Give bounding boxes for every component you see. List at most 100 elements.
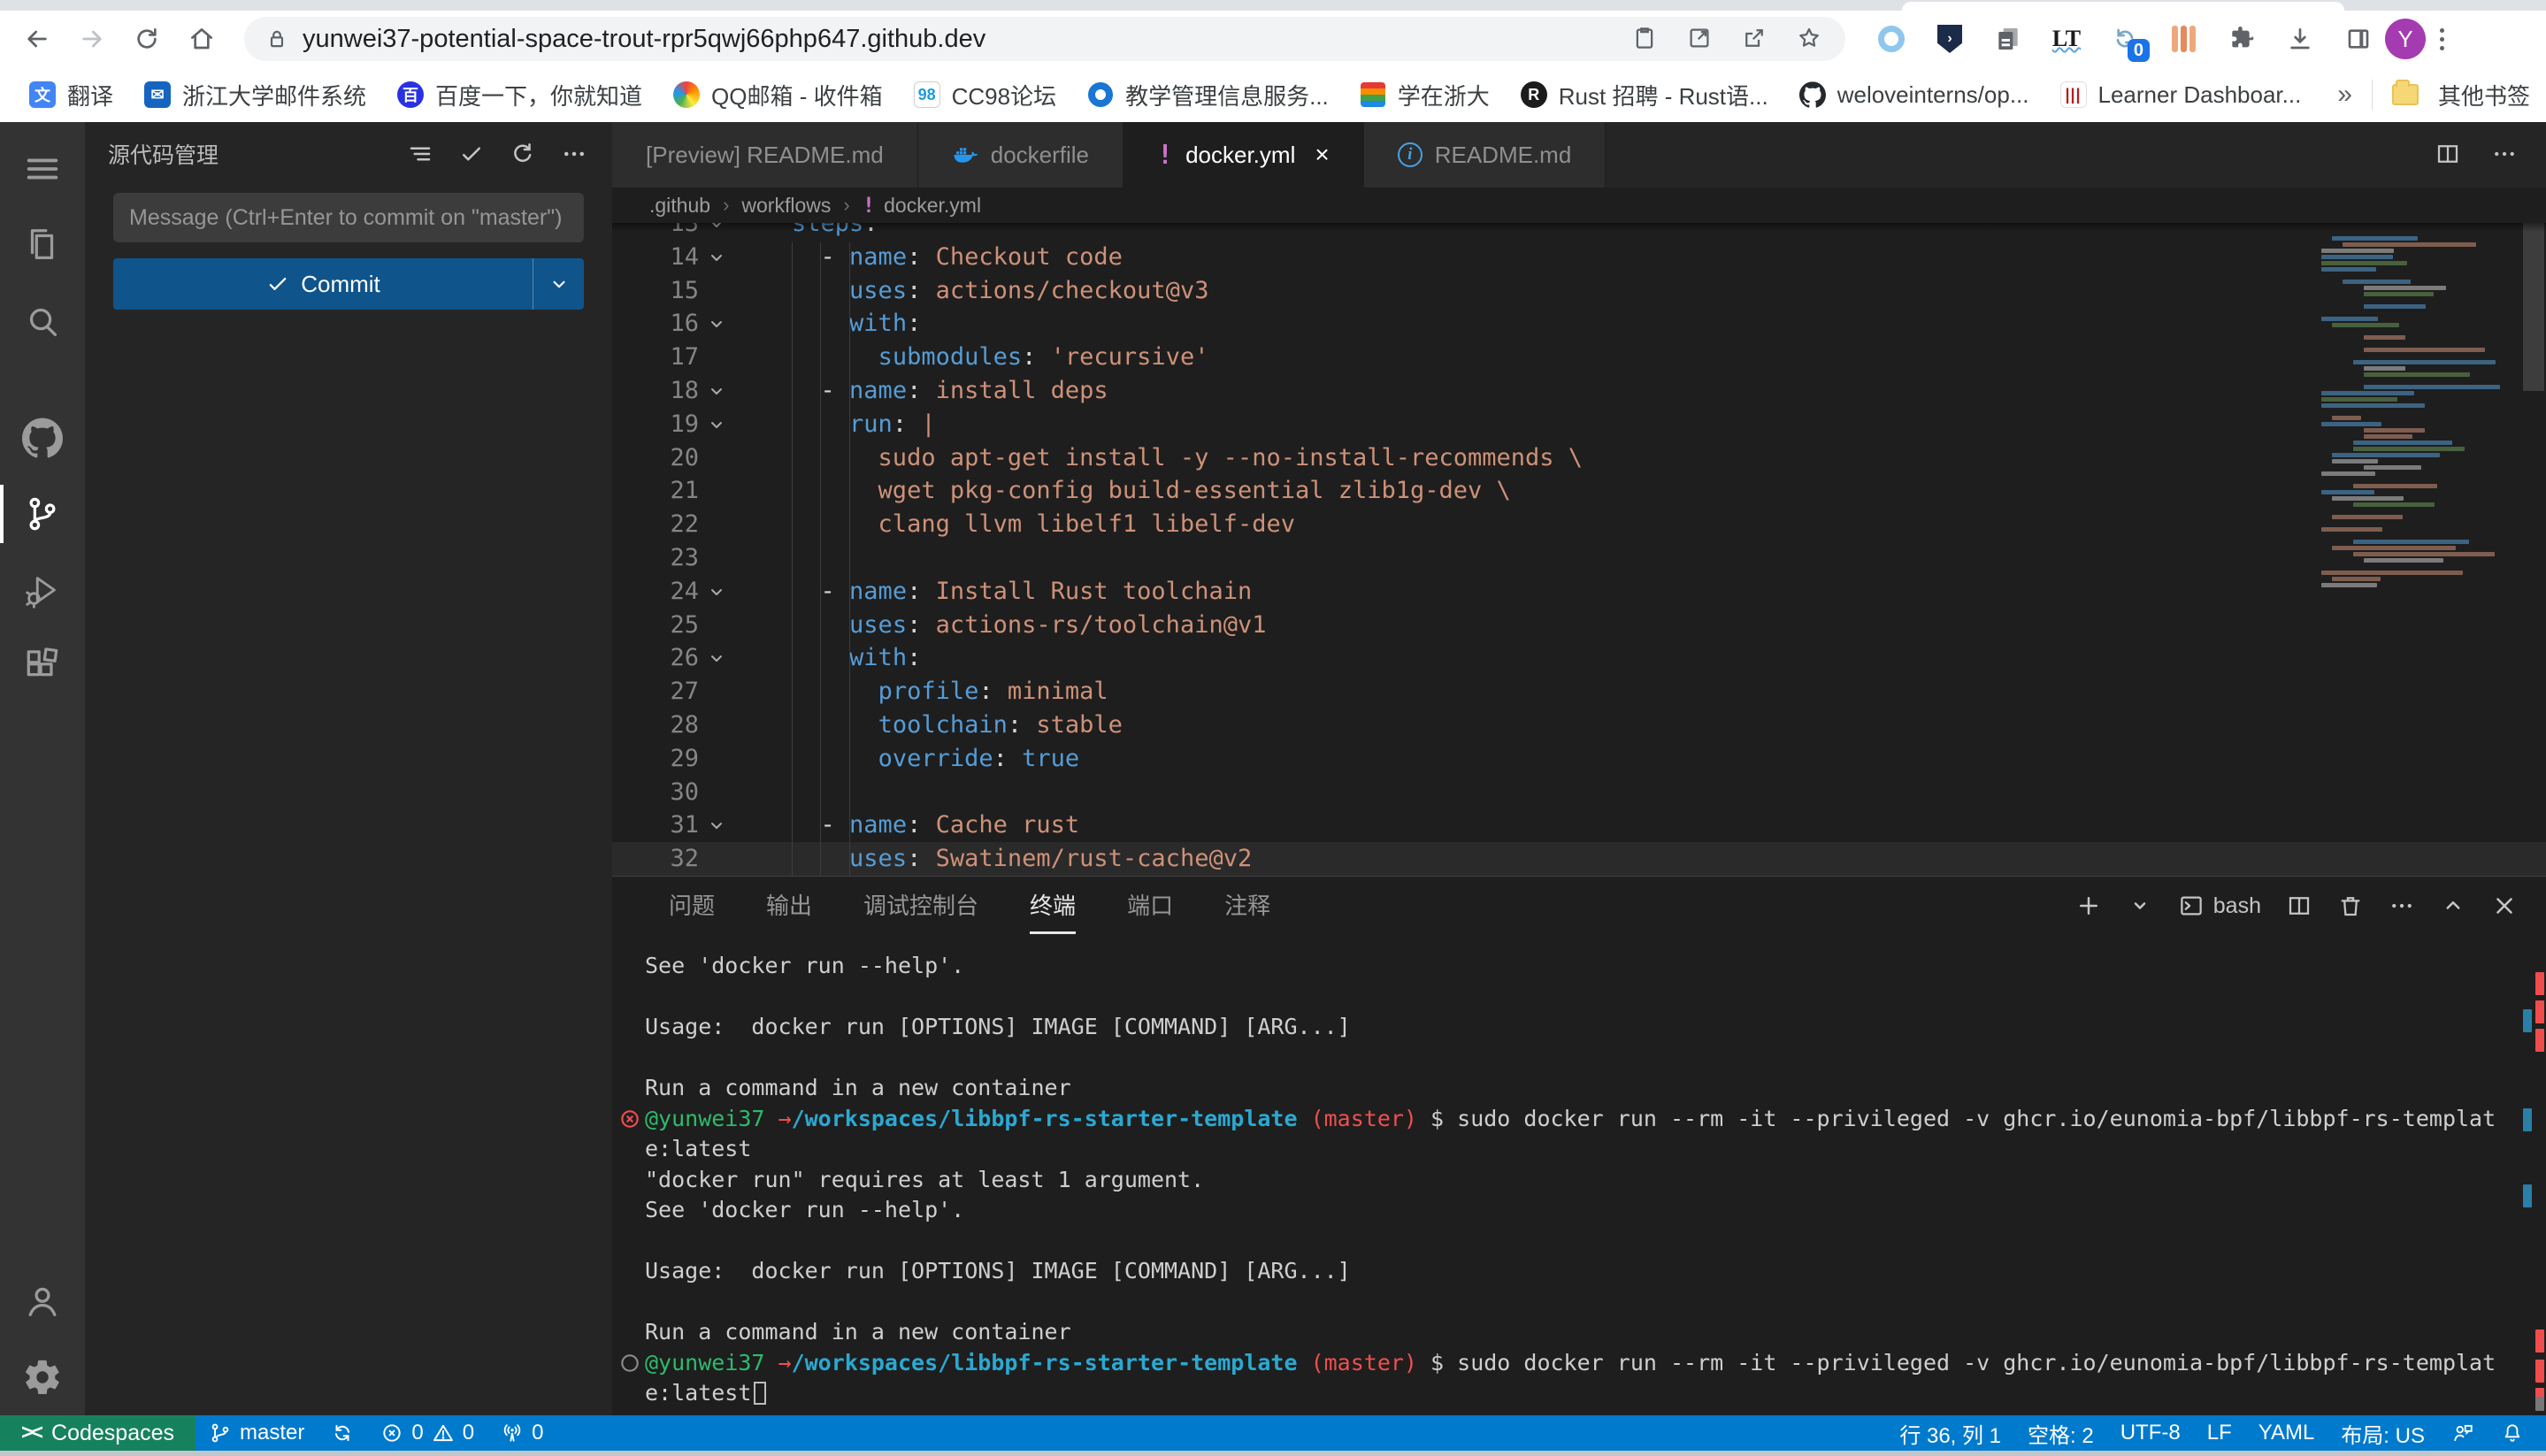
ports-status[interactable]: 0	[487, 1415, 556, 1451]
split-terminal-icon[interactable]	[2286, 893, 2312, 919]
editor-scrollbar[interactable]	[2521, 223, 2546, 876]
scrollbar-slider[interactable]	[2523, 223, 2544, 391]
feedback-icon[interactable]	[2438, 1415, 2488, 1451]
eol-sequence[interactable]: LF	[2194, 1415, 2245, 1451]
cursor-position[interactable]: 行 36, 列 1	[1886, 1415, 2014, 1451]
bookmark-item[interactable]: QQ邮箱 - 收件箱	[660, 75, 895, 115]
panel-tab-6[interactable]: 注释	[1224, 878, 1270, 934]
terminal[interactable]: See 'docker run --help'.Usage: docker ru…	[612, 935, 2546, 1415]
share-icon[interactable]	[1739, 24, 1769, 54]
pages-extension-icon[interactable]	[1990, 21, 2026, 57]
commit-dropdown-button[interactable]	[533, 258, 584, 310]
tab--preview-readme-md[interactable]: [Preview] README.md	[612, 122, 918, 188]
bookmarks-overflow-button[interactable]: »	[2337, 80, 2352, 110]
remote-indicator[interactable]: >< Codespaces	[0, 1415, 196, 1451]
notifications-bell-icon[interactable]	[2488, 1415, 2537, 1451]
bookmark-item[interactable]: ✉浙江大学邮件系统	[131, 75, 379, 115]
panel-tab-5[interactable]: 端口	[1127, 878, 1173, 934]
indentation[interactable]: 空格: 2	[2014, 1415, 2107, 1451]
language-mode[interactable]: YAML	[2245, 1415, 2328, 1451]
activity-debug-icon[interactable]	[0, 552, 85, 628]
panel-tab-4[interactable]: 终端	[1030, 878, 1076, 934]
downloads-icon[interactable]	[2282, 21, 2318, 57]
fold-chevron-icon[interactable]	[699, 408, 734, 441]
fold-chevron-icon[interactable]	[699, 374, 734, 408]
bookmark-item[interactable]: weloveinterns/op...	[1786, 77, 2042, 112]
bookmark-label: QQ邮箱 - 收件箱	[711, 79, 883, 111]
reload-button[interactable]	[124, 16, 170, 62]
kill-terminal-icon[interactable]	[2337, 893, 2364, 919]
sync-extension-icon[interactable]: 0	[2107, 21, 2143, 57]
keyboard-layout[interactable]: 布局: US	[2327, 1415, 2438, 1451]
sync-badge: 0	[2128, 39, 2150, 62]
activity-search-icon[interactable]	[0, 283, 85, 359]
terminal-dropdown-icon[interactable]	[2127, 893, 2153, 919]
breadcrumb-item[interactable]: !docker.yml	[863, 193, 981, 218]
crayons-extension-icon[interactable]	[2166, 21, 2201, 57]
close-tab-icon[interactable]: ×	[1315, 142, 1329, 167]
bookmark-star-icon[interactable]	[1794, 24, 1824, 54]
open-in-window-icon[interactable]	[1684, 24, 1714, 54]
shield-extension-icon[interactable]: ›	[1932, 21, 1967, 57]
back-button[interactable]	[14, 16, 60, 62]
encoding[interactable]: UTF-8	[2107, 1415, 2194, 1451]
view-as-list-icon[interactable]	[405, 139, 435, 169]
bookmark-item[interactable]: 教学管理信息服务...	[1074, 75, 1341, 115]
problems-status[interactable]: 0 0	[367, 1415, 487, 1451]
fold-chevron-icon[interactable]	[699, 641, 734, 675]
editor-more-actions-icon[interactable]	[2489, 140, 2519, 170]
address-bar[interactable]: yunwei37-potential-space-trout-rpr5qwj66…	[244, 17, 1845, 61]
activity-github-icon[interactable]	[0, 400, 85, 476]
activity-settings-gear-icon[interactable]	[0, 1339, 85, 1415]
editor[interactable]: 13 steps:14 - name: Checkout code15 uses…	[612, 223, 2546, 876]
terminal-tab-bash[interactable]: bash	[2178, 893, 2261, 919]
commit-check-icon[interactable]	[456, 139, 487, 169]
fold-chevron-icon[interactable]	[699, 307, 734, 341]
tab-readme-md[interactable]: iREADME.md	[1364, 122, 1607, 188]
commit-message-input[interactable]: Message (Ctrl+Enter to commit on "master…	[113, 193, 584, 242]
forward-button[interactable]	[69, 16, 115, 62]
tab-dockerfile[interactable]: dockerfile	[918, 122, 1123, 188]
bookmark-item[interactable]: RRust 招聘 - Rust语...	[1507, 75, 1781, 115]
circle-extension-icon[interactable]	[1874, 21, 1909, 57]
reading-list-icon[interactable]	[1630, 24, 1660, 54]
new-terminal-icon[interactable]	[2075, 893, 2102, 919]
side-panel-icon[interactable]	[2341, 21, 2376, 57]
profile-avatar[interactable]: Y	[2385, 19, 2426, 59]
split-editor-icon[interactable]	[2433, 140, 2463, 170]
branch-status[interactable]: master	[196, 1415, 318, 1451]
bookmark-item[interactable]: |||Learner Dashboar...	[2047, 77, 2314, 112]
puzzle-extensions-icon[interactable]	[2224, 21, 2259, 57]
home-button[interactable]	[179, 16, 225, 62]
breadcrumb-item[interactable]: .github	[649, 194, 710, 218]
activity-source-control-icon[interactable]	[0, 476, 85, 552]
activity-extensions-icon[interactable]	[0, 628, 85, 704]
bookmark-item[interactable]: 百百度一下，你就知道	[384, 75, 655, 115]
panel-more-actions-icon[interactable]	[2389, 893, 2415, 919]
activity-account-icon[interactable]	[0, 1263, 85, 1339]
refresh-icon[interactable]	[508, 139, 538, 169]
maximize-panel-icon[interactable]	[2440, 893, 2466, 919]
activity-files-icon[interactable]	[0, 207, 85, 283]
activity-menu-icon[interactable]	[0, 131, 85, 207]
languagetool-extension-icon[interactable]: LT	[2049, 21, 2084, 57]
bookmark-item[interactable]: 98CC98论坛	[901, 75, 1069, 115]
more-actions-icon[interactable]	[559, 139, 589, 169]
panel-tab-3[interactable]: 调试控制台	[863, 878, 978, 934]
browser-menu-icon[interactable]	[2435, 23, 2450, 56]
minimap[interactable]	[2321, 230, 2519, 589]
fold-chevron-icon[interactable]	[699, 575, 734, 609]
other-bookmarks-button[interactable]: 其他书签	[2438, 79, 2530, 111]
tab-docker-yml[interactable]: !docker.yml×	[1123, 122, 1364, 188]
commit-button[interactable]: Commit	[113, 258, 533, 310]
fold-chevron-icon[interactable]	[699, 241, 734, 274]
bookmark-item[interactable]: 文翻译	[16, 75, 126, 115]
sync-status[interactable]	[318, 1415, 367, 1451]
fold-chevron-icon[interactable]	[699, 808, 734, 842]
minimap-line	[2321, 261, 2407, 265]
panel-tab-2[interactable]: 输出	[766, 878, 812, 934]
breadcrumb-item[interactable]: workflows	[741, 194, 831, 218]
bookmark-item[interactable]: 学在浙大	[1346, 75, 1502, 115]
panel-tab-1[interactable]: 问题	[669, 878, 715, 934]
close-panel-icon[interactable]	[2491, 893, 2518, 919]
